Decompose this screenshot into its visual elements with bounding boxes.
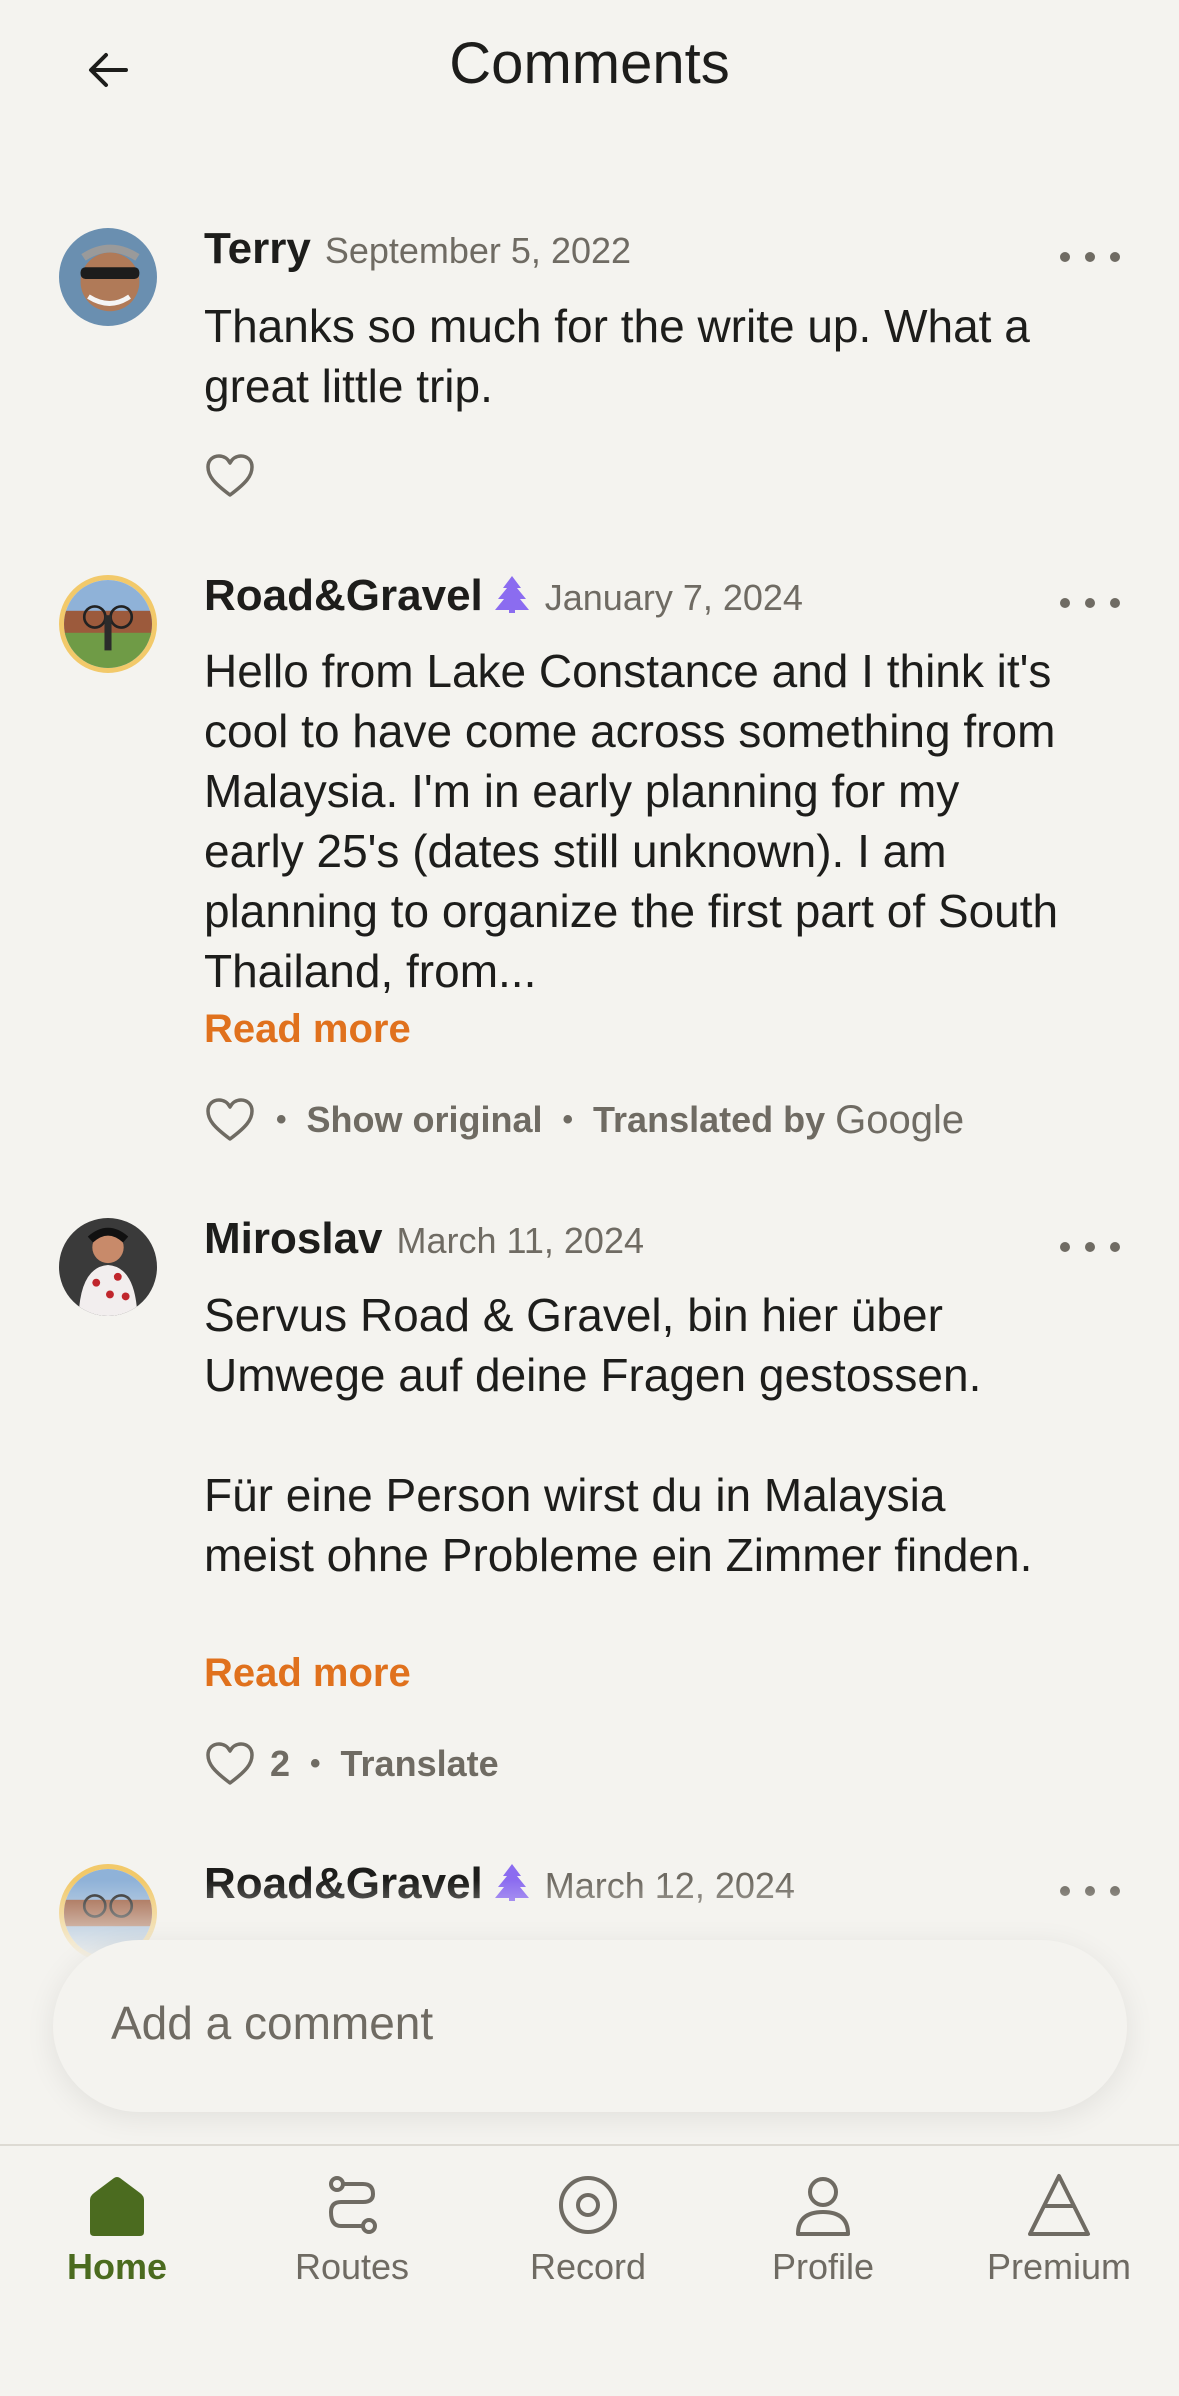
record-icon [559, 2176, 617, 2234]
more-options-button[interactable] [1060, 588, 1120, 618]
dot [1085, 252, 1095, 262]
dot [1085, 1242, 1095, 1252]
comment-date: September 5, 2022 [324, 230, 632, 271]
more-options-button[interactable] [1060, 242, 1120, 272]
google-logo: Google [835, 1097, 965, 1142]
comment-text: Thanks so much for the write up. What a … [204, 296, 1064, 416]
translate-button[interactable]: Translate [341, 1743, 499, 1785]
comment-actions [204, 452, 256, 500]
comment-date: January 7, 2024 [544, 577, 803, 618]
separator-dot: • [562, 1103, 574, 1136]
nav-label: Record [529, 2246, 647, 2287]
comment-actions: • Show original • Translated by Google [204, 1096, 964, 1144]
comment-paragraph: Thanks so much for the write up. What a … [204, 300, 1030, 412]
comment-paragraph: Servus Road & Gravel, bin hier über Umwe… [204, 1289, 982, 1401]
dot [1110, 252, 1120, 262]
nav-profile[interactable]: Profile [713, 2170, 933, 2288]
dot [1060, 252, 1070, 262]
comment-author[interactable]: Miroslav [204, 1214, 383, 1264]
routes-icon [328, 2176, 377, 2234]
header: Comments [0, 0, 1179, 140]
translated-by-label: Translated by [593, 1099, 826, 1140]
comment-paragraph: Hello from Lake Constance and I think it… [204, 645, 1059, 997]
separator-dot: • [310, 1747, 321, 1780]
separator-dot: • [276, 1103, 287, 1136]
page-title: Comments [449, 31, 730, 96]
heart-icon[interactable] [204, 452, 256, 500]
premium-icon [1028, 2174, 1090, 2236]
nav-record[interactable]: Record [478, 2170, 698, 2288]
profile-icon [796, 2177, 850, 2236]
more-options-button[interactable] [1060, 1232, 1120, 1262]
read-more-link[interactable]: Read more [204, 1651, 411, 1696]
like-count: 2 [270, 1743, 291, 1784]
comment-author[interactable]: Terry [204, 224, 311, 274]
heart-icon[interactable] [204, 1740, 256, 1788]
nav-label: Premium [986, 2246, 1132, 2287]
dot [1060, 598, 1070, 608]
comment-paragraph: Für eine Person wirst du in Malaysia mei… [204, 1469, 1033, 1581]
comment-actions: 2 • Translate [204, 1740, 499, 1788]
dot [1060, 1242, 1070, 1252]
dot [1110, 598, 1120, 608]
nav-home[interactable]: Home [7, 2170, 227, 2288]
user-photo [59, 1218, 157, 1316]
read-more-link[interactable]: Read more [204, 1007, 411, 1052]
nav-label: Home [66, 2246, 168, 2287]
comment-author[interactable]: Road&Gravel [204, 571, 483, 621]
nav-premium[interactable]: Premium [949, 2170, 1169, 2288]
comment-text: Hello from Lake Constance and I think it… [204, 641, 1064, 1001]
comment-date: March 11, 2024 [396, 1220, 644, 1261]
avatar[interactable] [59, 228, 157, 326]
dot [1085, 598, 1095, 608]
heart-icon[interactable] [204, 1096, 256, 1144]
dot [1110, 1242, 1120, 1252]
user-photo [64, 580, 152, 668]
avatar[interactable] [59, 1218, 157, 1316]
bottom-nav: Home Routes Record Profile Premium [0, 2144, 1179, 2396]
comment-input-placeholder: Add a comment [111, 1997, 434, 2049]
comment-text: Servus Road & Gravel, bin hier über Umwe… [204, 1285, 1064, 1585]
premium-badge-icon [494, 576, 529, 613]
nav-label: Routes [294, 2246, 410, 2287]
avatar[interactable] [59, 575, 157, 673]
home-icon [90, 2177, 144, 2236]
nav-label: Profile [771, 2246, 875, 2287]
nav-routes[interactable]: Routes [242, 2170, 462, 2288]
show-original-button[interactable]: Show original [307, 1099, 543, 1141]
user-photo [59, 228, 157, 326]
comment-input[interactable]: Add a comment [53, 1940, 1127, 2112]
